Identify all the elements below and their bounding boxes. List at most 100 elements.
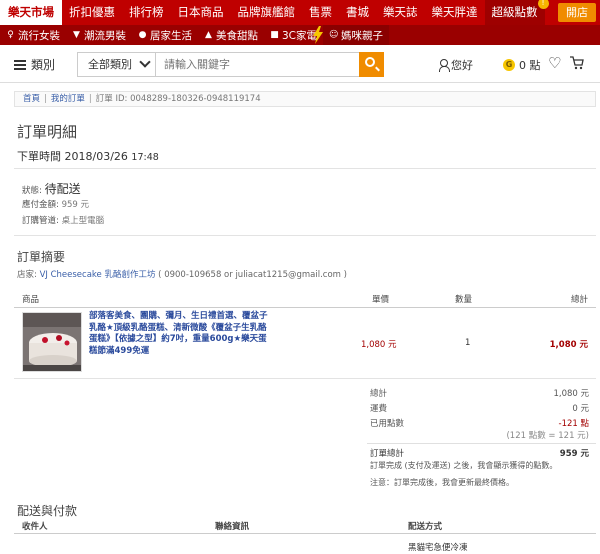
bulb-icon: ● [138,30,147,40]
col-header-qty: 數量 [455,295,473,305]
final-price-note: 注意：訂單完成後，我會更新最終價格。 [370,478,514,487]
col-header-product: 商品 [22,295,40,305]
dress-icon: ♀ [7,30,14,40]
order-status-label: 狀態: [22,186,42,196]
notification-badge: ! [537,0,549,9]
grand-total-row: 訂單總計 959 元 [370,447,589,459]
breadcrumb-home[interactable]: 首頁 [23,94,40,104]
nav-super-points[interactable]: 超級點數 ! [484,0,549,25]
category-label: 潮流男裝 [84,29,126,42]
store-info: 店家: VJ Cheesecake 乳酪創作工坊 ( 0900-109658 o… [17,268,347,280]
category-food[interactable]: ▲ 美食甜點 [198,25,264,45]
order-time: 下單時間 2018/03/26 17:48 [17,148,159,164]
subtotal-label: 總計 [370,389,388,399]
open-shop-button[interactable]: 開店 [558,3,596,22]
device-icon: ■ [270,30,279,40]
store-prefix: 店家: [17,270,40,280]
nav-magazine[interactable]: 樂天誌 [376,0,425,25]
col-header-shipping-method: 配送方式 [408,522,443,532]
shipping-fee-value: 0 元 [572,404,589,414]
breadcrumb: 首頁 | 我的訂單 | 訂單 ID: 0048289-180326-0948119174 [14,91,596,107]
heart-icon[interactable]: ♡ [548,56,561,71]
subtotal-row: 總計 1,080 元 [370,387,589,399]
category-home[interactable]: ● 居家生活 [132,25,198,45]
nav-panda[interactable]: 樂天胖達 [425,0,485,25]
shipping-header-line [14,533,596,534]
nav-tickets[interactable]: 售票 [302,0,339,25]
shipping-fee-label: 運費 [370,404,388,414]
nav-super-points-label: 超級點數 [491,5,538,19]
col-header-contact: 聯絡資訊 [215,522,250,532]
breadcrumb-order-id: 訂單 ID: 0048289-180326-0948119174 [95,94,261,104]
category-select[interactable]: 全部類別 [78,53,156,76]
nav-japan-goods[interactable]: 日本商品 [171,0,231,25]
hamburger-icon [14,59,26,70]
points-earned-note: 訂單完成 (支付及運送) 之後，我會顯示獲得的點數。 [370,461,558,470]
col-header-total: 總計 [570,295,588,305]
nav-rakuten-market[interactable]: 樂天市場 [0,0,62,25]
category-select-value: 全部類別 [88,58,132,71]
product-name-link[interactable]: 部落客美食、團購、彌月、生日禮首選、覆盆子乳酪★頂級乳酪蛋糕、清新微酸《覆盆子生… [89,311,274,357]
order-summary-title: 訂單摘要 [17,250,66,264]
breadcrumb-separator: | [44,94,47,104]
amount-due: 應付金額: 959 元 [22,198,89,210]
search-button[interactable] [359,52,384,77]
user-icon [439,59,450,72]
divider [14,168,596,169]
nav-ranking[interactable]: 排行榜 [122,0,171,25]
shipping-method-value: 黑貓宅急便冷凍 [408,543,468,553]
product-thumbnail[interactable] [22,312,82,372]
order-time-clock: 17:48 [131,152,159,163]
breadcrumb-orders[interactable]: 我的訂單 [51,94,85,104]
search-icon [365,57,375,67]
store-name-link[interactable]: VJ Cheesecake 乳酪創作工坊 [40,270,156,280]
category-men[interactable]: ▼ 潮流男裝 [66,25,132,45]
order-channel-value: 桌上型電腦 [61,216,105,226]
cake-icon: ▲ [205,30,212,40]
order-time-date: 下單時間 2018/03/26 [17,150,128,163]
breadcrumb-separator: | [88,94,92,104]
nav-discount[interactable]: 折扣優惠 [62,0,122,25]
chevron-down-icon [139,56,151,68]
nav-books[interactable]: 書城 [339,0,376,25]
category-women[interactable]: ♀ 流行女裝 [0,25,66,45]
product-price: 1,080 元 [361,340,397,350]
cake-image [23,313,81,371]
page-title: 訂單明細 [17,123,78,141]
product-qty: 1 [465,338,471,348]
col-header-recipient: 收件人 [22,522,48,532]
points-conversion-note: (121 點數 = 121 元) [506,431,589,441]
top-nav: 樂天市場 折扣優惠 排行榜 日本商品 品牌旗艦館 售票 書城 樂天誌 樂天胖達 … [0,0,600,25]
shipping-section-title: 配送與付款 [17,504,78,518]
baby-icon: ☺ [329,30,339,40]
search-bar: 全部類別 [77,52,384,77]
category-menu-button[interactable]: 類別 [14,56,55,73]
store-contact: ( 0900-109658 or juliacat1215@gmail.com … [155,270,347,280]
grand-total-label: 訂單總計 [370,449,405,459]
nav-brand-stores[interactable]: 品牌旗艦館 [231,0,303,25]
col-header-price: 單價 [372,295,390,305]
order-channel-label: 訂購管道: [22,216,59,226]
user-greeting[interactable]: 您好 [439,57,473,73]
user-greeting-label: 您好 [451,59,473,72]
search-input[interactable] [156,53,359,76]
points-conversion-row: (121 點數 = 121 元) [370,429,589,441]
points-used-value: -121 點 [558,419,590,429]
site-header: 類別 全部類別 您好 G 0 點 ♡ [0,45,600,83]
shipping-fee-row: 運費 0 元 [370,402,589,414]
category-label: 流行女裝 [18,29,60,42]
order-channel: 訂購管道: 桌上型電腦 [22,214,104,226]
product-total: 1,080 元 [549,340,588,350]
amount-due-label: 應付金額: [22,200,59,210]
table-header-line [14,307,596,308]
grand-total-value: 959 元 [559,449,589,459]
lightning-icon [313,26,323,44]
divider [14,235,596,236]
coin-icon: G [503,59,515,71]
cart-icon[interactable] [570,56,584,70]
points-balance[interactable]: G 0 點 [503,57,541,73]
divider [14,378,596,379]
category-bar: ♀ 流行女裝 ▼ 潮流男裝 ● 居家生活 ▲ 美食甜點 ■ 3C家電 ☺ 媽咪親… [0,25,600,45]
category-menu-label: 類別 [31,58,56,72]
category-baby[interactable]: ☺ 媽咪親子 [323,25,390,45]
